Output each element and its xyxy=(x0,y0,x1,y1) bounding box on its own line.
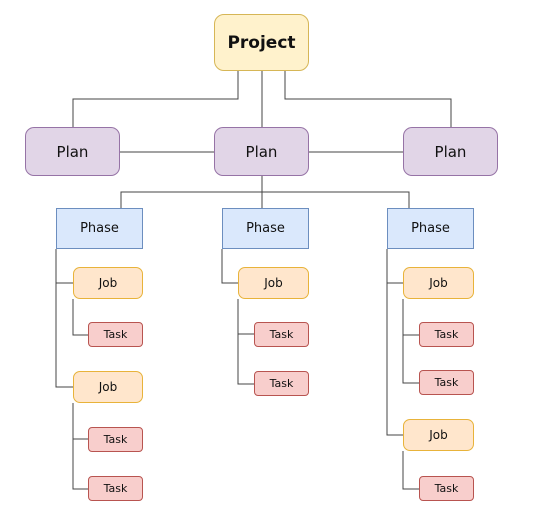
node-label: Phase xyxy=(80,221,119,236)
node-label: Plan xyxy=(434,142,467,161)
node-phase[interactable]: Phase xyxy=(56,208,143,249)
node-label: Phase xyxy=(411,221,450,236)
node-job[interactable]: Job xyxy=(403,267,474,299)
node-job[interactable]: Job xyxy=(73,267,143,299)
node-label: Task xyxy=(269,377,294,390)
node-task[interactable]: Task xyxy=(88,427,143,452)
node-label: Phase xyxy=(246,221,285,236)
node-plan[interactable]: Plan xyxy=(214,127,309,176)
node-label: Task xyxy=(434,376,459,389)
node-job[interactable]: Job xyxy=(238,267,309,299)
node-label: Task xyxy=(434,482,459,495)
node-phase[interactable]: Phase xyxy=(222,208,309,249)
node-label: Plan xyxy=(245,142,278,161)
node-label: Task xyxy=(103,433,128,446)
node-task[interactable]: Task xyxy=(88,476,143,501)
node-label: Plan xyxy=(56,142,89,161)
node-task[interactable]: Task xyxy=(419,370,474,395)
node-label: Task xyxy=(103,482,128,495)
node-label: Job xyxy=(264,276,283,290)
node-label: Job xyxy=(429,428,448,442)
node-label: Job xyxy=(98,380,118,394)
node-job[interactable]: Job xyxy=(403,419,474,451)
node-task[interactable]: Task xyxy=(419,476,474,501)
node-phase[interactable]: Phase xyxy=(387,208,474,249)
node-label: Job xyxy=(429,276,448,290)
node-label: Job xyxy=(98,276,118,290)
node-label: Task xyxy=(103,328,128,341)
node-project[interactable]: Project xyxy=(214,14,309,71)
node-task[interactable]: Task xyxy=(88,322,143,347)
node-task[interactable]: Task xyxy=(254,371,309,396)
node-plan[interactable]: Plan xyxy=(25,127,120,176)
node-label: Task xyxy=(434,328,459,341)
node-task[interactable]: Task xyxy=(254,322,309,347)
node-job[interactable]: Job xyxy=(73,371,143,403)
node-label: Task xyxy=(269,328,294,341)
node-task[interactable]: Task xyxy=(419,322,474,347)
node-label: Project xyxy=(227,32,296,53)
node-plan[interactable]: Plan xyxy=(403,127,498,176)
